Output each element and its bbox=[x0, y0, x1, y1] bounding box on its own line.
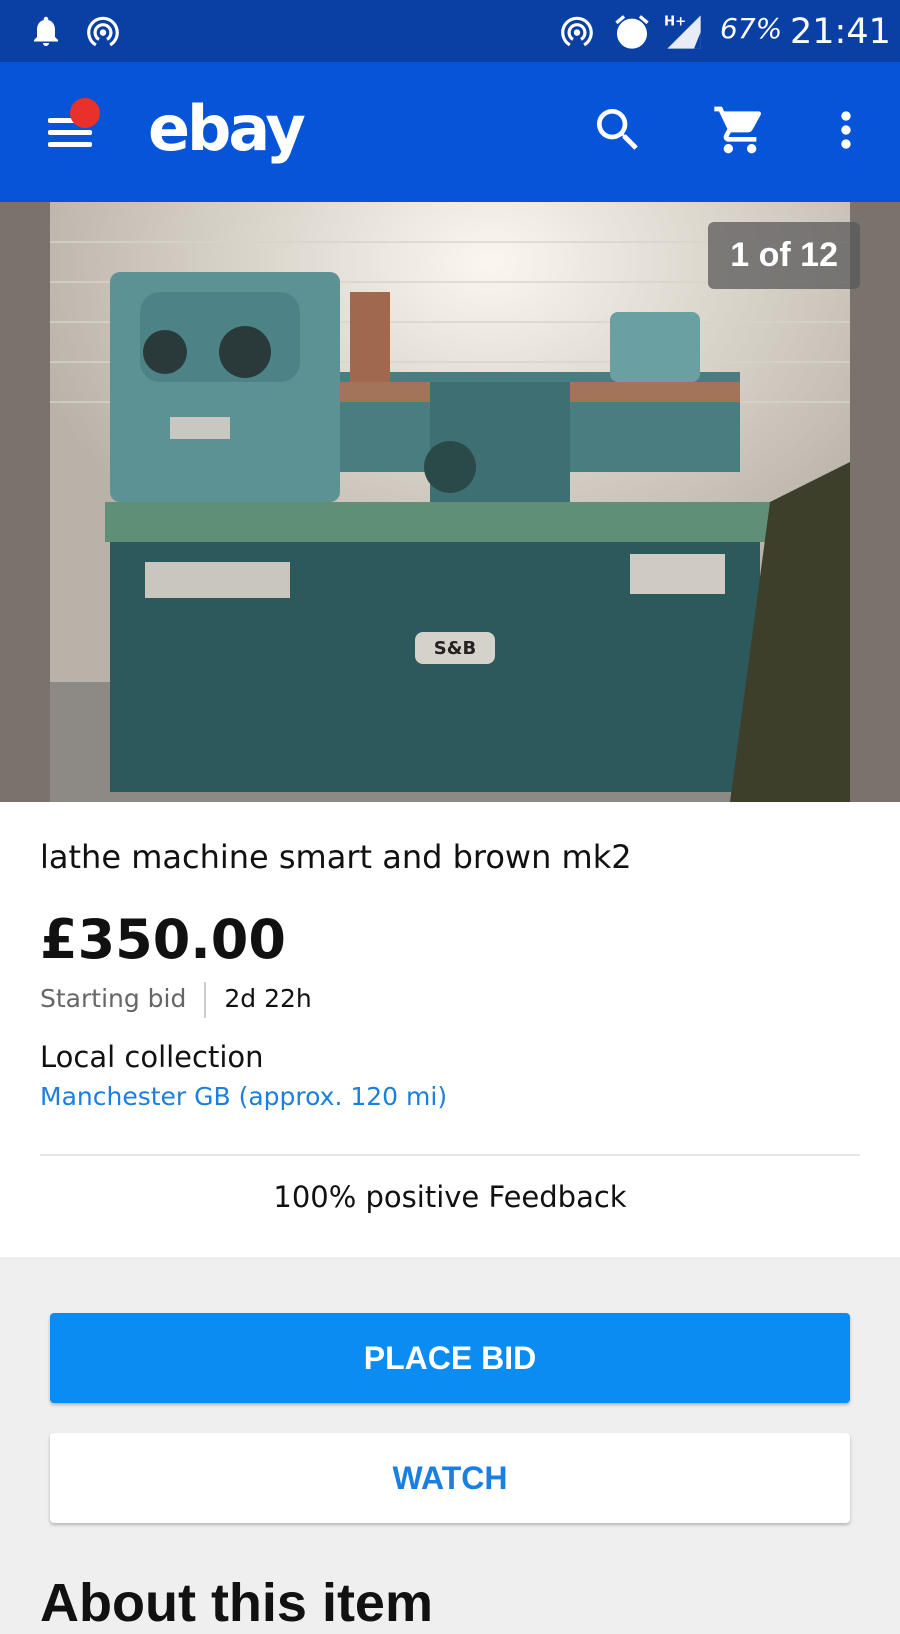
time-left: 2d 22h bbox=[224, 984, 312, 1013]
price-label: Starting bid bbox=[40, 984, 187, 1013]
divider bbox=[40, 1154, 860, 1156]
seller-feedback[interactable]: 100% positive Feedback bbox=[0, 1180, 900, 1214]
listing-photo[interactable]: S&B bbox=[50, 202, 850, 802]
listing-title: lathe machine smart and brown mk2 bbox=[40, 838, 632, 876]
section-heading: About this item bbox=[40, 1573, 433, 1633]
menu-icon-line bbox=[48, 130, 92, 135]
listing-price: £350.00 bbox=[40, 908, 286, 971]
network-type-label: H+ bbox=[664, 14, 686, 29]
clock: 21:41 bbox=[790, 12, 891, 52]
menu-icon-line bbox=[48, 142, 92, 147]
menu-button[interactable] bbox=[44, 98, 104, 160]
status-bar: H+ 67% 21:41 bbox=[0, 0, 900, 62]
delivery-label: Local collection bbox=[40, 1040, 264, 1074]
alarm-icon bbox=[615, 15, 649, 49]
image-counter: 1 of 12 bbox=[708, 222, 860, 289]
battery-level: 67% bbox=[720, 12, 783, 45]
location-link[interactable]: Manchester GB (approx. 120 mi) bbox=[40, 1082, 447, 1111]
notification-dot bbox=[70, 98, 100, 128]
listing-summary: lathe machine smart and brown mk2 £350.0… bbox=[0, 802, 900, 1257]
cart-icon[interactable] bbox=[712, 102, 768, 158]
watch-button[interactable]: WATCH bbox=[50, 1433, 850, 1523]
app-bar: ebay bbox=[0, 62, 900, 202]
bid-meta: Starting bid 2d 22h bbox=[40, 982, 312, 1018]
notification-bell-icon bbox=[34, 16, 58, 46]
search-icon[interactable] bbox=[590, 102, 646, 158]
separator bbox=[204, 982, 207, 1018]
hotspot-icon bbox=[561, 16, 593, 47]
ebay-logo[interactable]: ebay bbox=[148, 92, 306, 165]
manufacturer-badge: S&B bbox=[434, 638, 476, 659]
more-vert-icon[interactable] bbox=[818, 102, 874, 158]
place-bid-button[interactable]: PLACE BID bbox=[50, 1313, 850, 1403]
image-gallery[interactable]: S&B 1 of 12 bbox=[0, 202, 900, 802]
signal-icon: H+ bbox=[664, 14, 701, 49]
hotspot-icon bbox=[87, 16, 119, 47]
